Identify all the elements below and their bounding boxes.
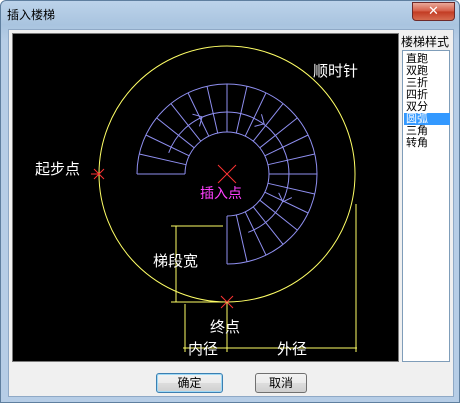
- stair-style-item[interactable]: 转角: [404, 137, 450, 149]
- stair-style-label: 楼梯样式: [401, 35, 450, 49]
- stair-style-item[interactable]: 四折: [404, 89, 450, 101]
- insert-stair-dialog: 插入楼梯 ✕ 顺时针 起步点 插入点 梯段宽 终点 内径 外径 楼梯样式 直跑双…: [0, 0, 460, 403]
- stair-style-item[interactable]: 双跑: [404, 65, 450, 77]
- title-bar: 插入楼梯 ✕: [1, 1, 459, 27]
- close-button[interactable]: ✕: [412, 2, 455, 21]
- close-icon: ✕: [428, 4, 439, 19]
- direction-arrow: [254, 114, 265, 127]
- insert-point-label: 插入点: [200, 186, 242, 202]
- ok-button[interactable]: 确定: [156, 373, 223, 393]
- dialog-title: 插入楼梯: [7, 8, 56, 22]
- stair-preview-canvas: 顺时针 起步点 插入点 梯段宽 终点 内径 外径: [12, 33, 399, 362]
- stair-style-item[interactable]: 三折: [404, 77, 450, 89]
- stair-style-item[interactable]: 直跑: [404, 53, 450, 65]
- stair-width-label: 梯段宽: [153, 252, 198, 270]
- stair-style-list[interactable]: 直跑 双跑 三折 四折 双分 圆弧 三角 转角: [402, 50, 450, 362]
- outer-radius-label: 外径: [277, 340, 307, 358]
- stair-tread: [267, 182, 315, 195]
- stair-style-item[interactable]: 圆弧: [404, 113, 450, 125]
- stair-tread: [267, 153, 315, 166]
- stair-style-item[interactable]: 双分: [404, 101, 450, 113]
- inner-radius-label: 内径: [188, 340, 218, 358]
- start-point-label: 起步点: [35, 160, 80, 178]
- cancel-button[interactable]: 取消: [255, 373, 307, 393]
- stair-tread: [139, 153, 187, 166]
- direction-arrow: [192, 113, 203, 127]
- stair-tread: [235, 214, 248, 262]
- stair-style-item[interactable]: 三角: [404, 125, 450, 137]
- dialog-client-area: 顺时针 起步点 插入点 梯段宽 终点 内径 外径 楼梯样式 直跑 双跑 三折 四折 双分…: [8, 29, 454, 397]
- stair-tread: [206, 86, 219, 134]
- end-point-label: 终点: [210, 318, 240, 336]
- clockwise-label: 顺时针: [313, 62, 358, 80]
- stair-preview-drawing: 顺时针 起步点 插入点 梯段宽 终点 内径 外径: [35, 45, 358, 358]
- stair-tread: [235, 86, 248, 134]
